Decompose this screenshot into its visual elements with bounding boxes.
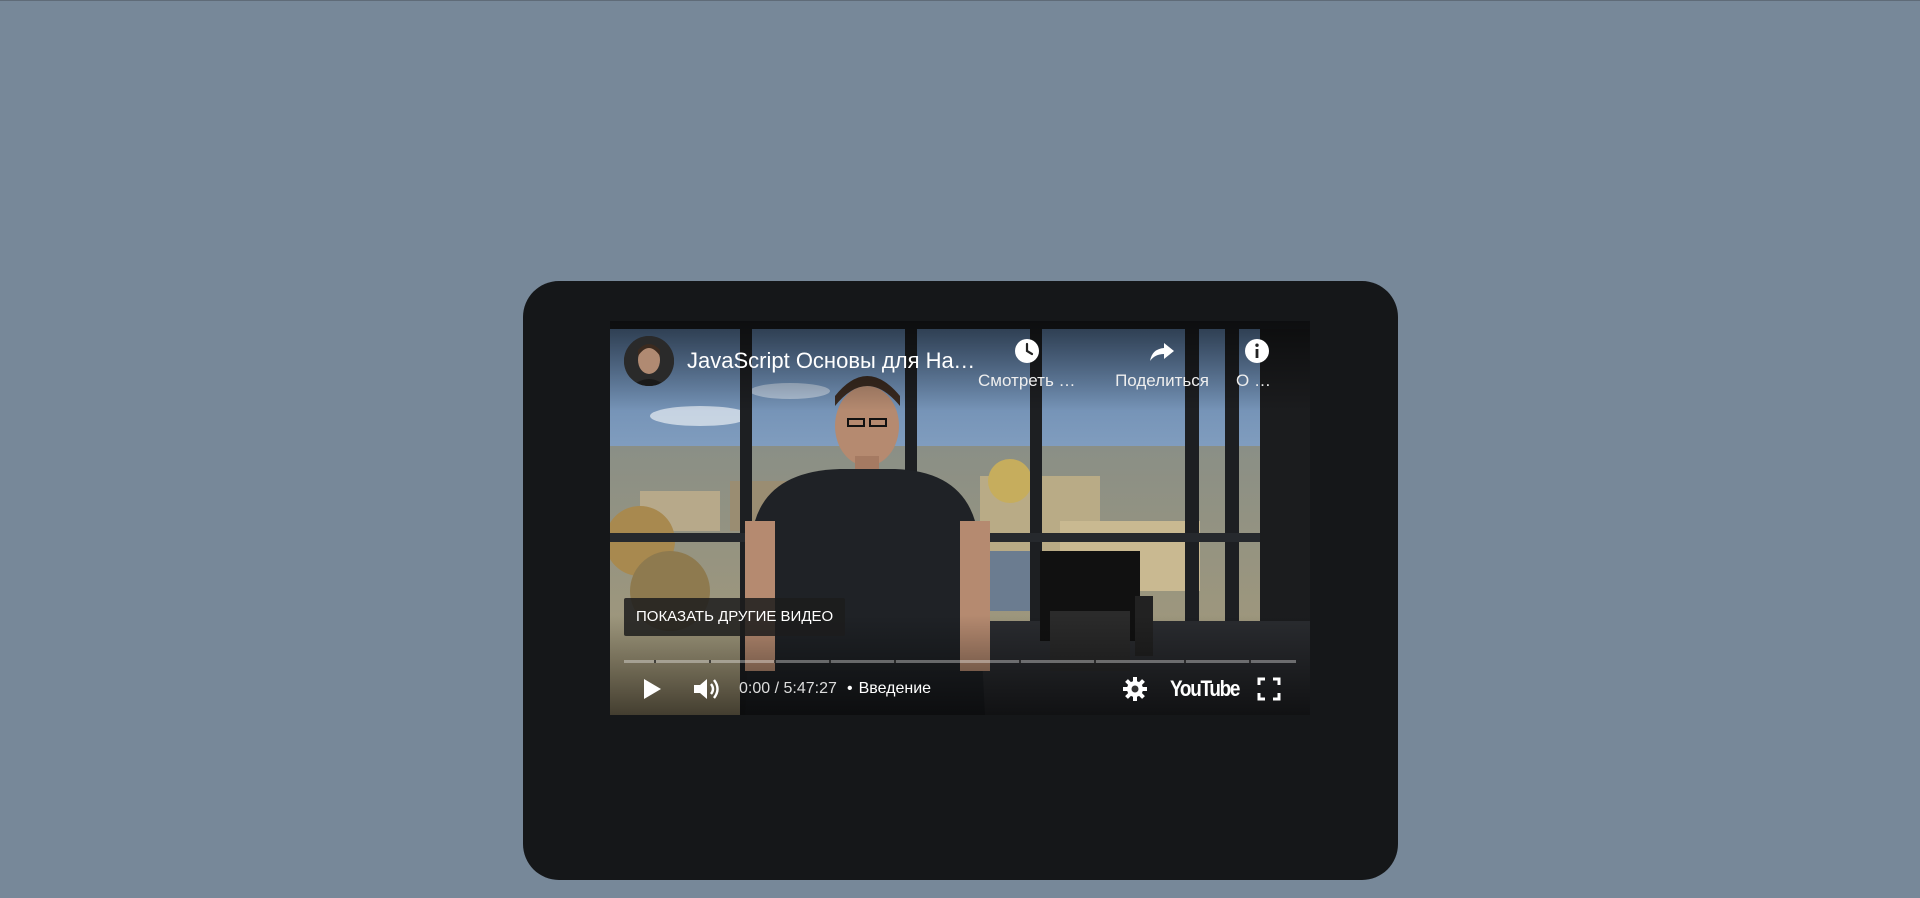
fullscreen-icon bbox=[1257, 677, 1281, 701]
info-icon bbox=[1243, 337, 1271, 365]
clock-icon bbox=[1013, 337, 1041, 365]
time-display: 0:00 / 5:47:27 bbox=[739, 680, 837, 697]
chapter-marker bbox=[654, 660, 656, 663]
watch-later-button[interactable]: Смотреть позже bbox=[978, 337, 1076, 391]
chapter-title[interactable]: • Введение bbox=[841, 678, 931, 700]
share-button[interactable]: Поделиться bbox=[1112, 337, 1212, 391]
chapter-marker bbox=[1249, 660, 1251, 663]
more-videos-button[interactable]: ПОКАЗАТЬ ДРУГИЕ ВИДЕО bbox=[624, 598, 846, 636]
avatar-image bbox=[624, 336, 674, 386]
play-icon bbox=[644, 679, 661, 699]
info-button[interactable]: О видео bbox=[1236, 337, 1278, 391]
video-player[interactable]: JavaScript Основы для Начинающих Смотрет… bbox=[610, 321, 1310, 715]
chapter-marker bbox=[1019, 660, 1021, 663]
chapter-marker bbox=[709, 660, 711, 663]
share-icon bbox=[1148, 337, 1176, 365]
share-label: Поделиться bbox=[1115, 371, 1209, 390]
fullscreen-button[interactable] bbox=[1257, 677, 1281, 706]
video-title[interactable]: JavaScript Основы для Начинающих bbox=[687, 346, 983, 376]
chapter-marker bbox=[894, 660, 896, 663]
watch-later-label: Смотреть позже bbox=[978, 371, 1076, 390]
chapter-marker bbox=[1094, 660, 1096, 663]
page-top-border bbox=[0, 0, 1920, 1]
info-label: О видео bbox=[1236, 371, 1278, 390]
chapter-separator: • bbox=[847, 680, 853, 697]
channel-avatar[interactable] bbox=[624, 336, 674, 386]
chapter-marker bbox=[774, 660, 776, 663]
progress-bar[interactable] bbox=[624, 660, 1296, 663]
youtube-logo[interactable]: YouTube bbox=[1170, 674, 1240, 704]
settings-button[interactable] bbox=[1122, 676, 1148, 707]
gear-icon bbox=[1123, 677, 1147, 701]
volume-icon bbox=[694, 679, 719, 699]
chapter-marker bbox=[1184, 660, 1186, 663]
play-button[interactable] bbox=[640, 676, 664, 707]
chapter-label: Введение bbox=[858, 680, 932, 697]
volume-button[interactable] bbox=[692, 675, 722, 708]
chapter-marker bbox=[829, 660, 831, 663]
